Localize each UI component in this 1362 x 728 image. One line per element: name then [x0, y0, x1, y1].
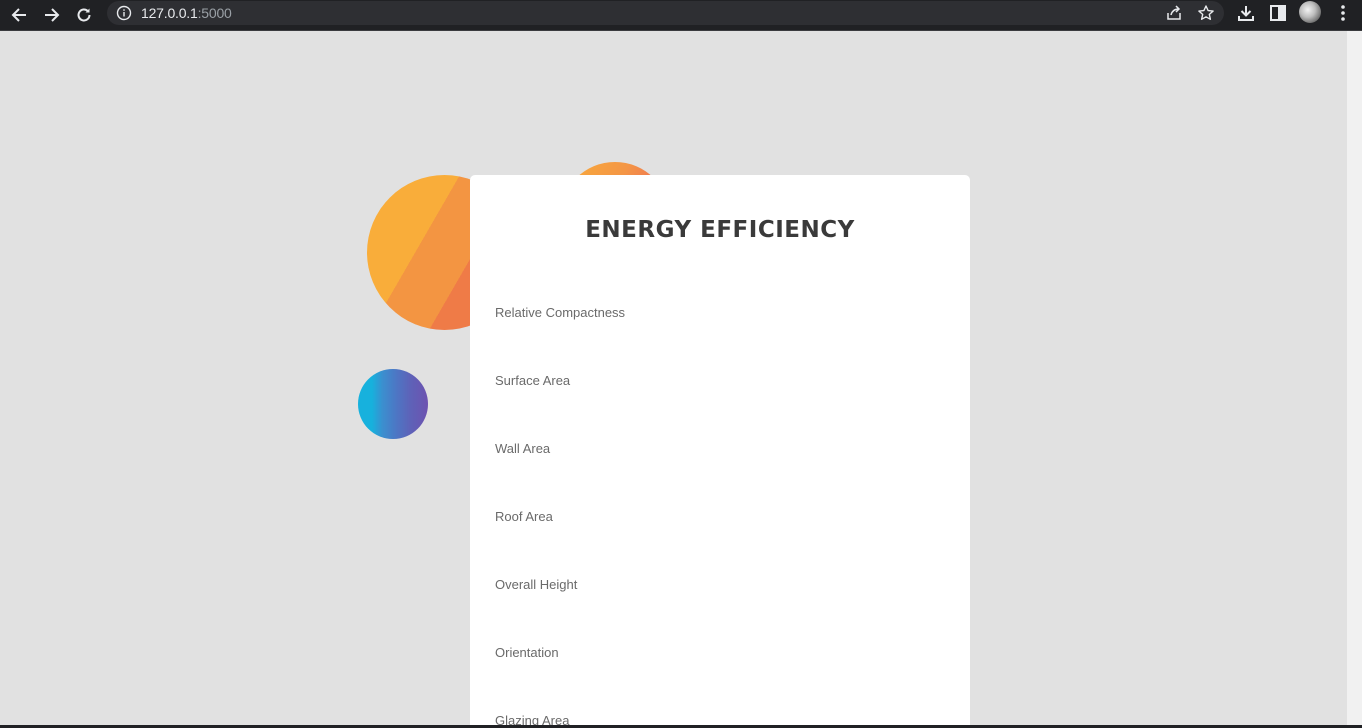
reload-icon[interactable] — [71, 2, 97, 28]
address-bar[interactable]: 127.0.0.1:5000 — [107, 1, 1224, 25]
page-title: ENERGY EFFICIENCY — [585, 217, 855, 243]
download-icon[interactable] — [1236, 3, 1256, 23]
more-menu-icon[interactable] — [1333, 3, 1353, 23]
field-label-surface-area: Surface Area — [495, 373, 571, 388]
url-host: 127.0.0.1 — [141, 5, 198, 21]
url-text[interactable]: 127.0.0.1:5000 — [141, 5, 232, 21]
share-icon[interactable] — [1165, 4, 1183, 22]
info-icon[interactable] — [116, 5, 132, 21]
star-icon[interactable] — [1197, 4, 1215, 22]
forward-arrow-icon[interactable] — [39, 2, 65, 28]
field-label-relative-compactness: Relative Compactness — [495, 305, 626, 320]
browser-toolbar: 127.0.0.1:5000 — [0, 0, 1362, 31]
decorative-blue-circle — [358, 369, 428, 439]
field-label-overall-height: Overall Height — [495, 577, 578, 592]
field-label-orientation: Orientation — [495, 645, 559, 660]
form-card: ENERGY EFFICIENCY Relative Compactness S… — [470, 175, 970, 728]
profile-avatar[interactable] — [1299, 1, 1321, 23]
url-port: :5000 — [197, 5, 232, 21]
field-label-wall-area: Wall Area — [495, 441, 551, 456]
side-panel-icon[interactable] — [1268, 3, 1288, 23]
scrollbar[interactable] — [1347, 31, 1362, 728]
back-arrow-icon[interactable] — [6, 2, 32, 28]
field-label-roof-area: Roof Area — [495, 509, 553, 524]
